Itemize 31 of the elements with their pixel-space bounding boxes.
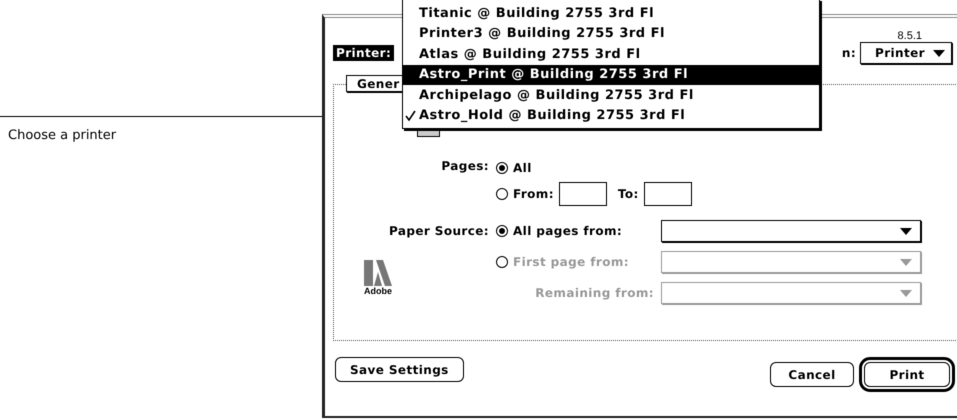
dropdown-arrow-icon: [933, 50, 945, 56]
menu-item[interactable]: Astro_Print @ Building 2755 3rd Fl: [403, 64, 819, 85]
to-field[interactable]: [644, 182, 692, 206]
radio-label: First page from:: [513, 255, 629, 269]
to-label: To:: [618, 186, 639, 200]
menu-item[interactable]: Astro_Hold @ Building 2755 3rd Fl: [403, 106, 819, 126]
menu-item[interactable]: Printer3 @ Building 2755 3rd Fl: [403, 24, 819, 44]
radio-button[interactable]: [496, 162, 508, 174]
dropdown-arrow-icon: [900, 290, 912, 296]
from-field[interactable]: [558, 182, 607, 206]
pages-label: Pages:: [440, 159, 489, 175]
callout-label: Choose a printer: [8, 128, 116, 143]
destination-label: n:: [842, 46, 856, 60]
menu-item[interactable]: Atlas @ Building 2755 3rd Fl: [403, 44, 819, 64]
destination-popup[interactable]: Printer: [860, 42, 952, 64]
radio-button[interactable]: [496, 188, 508, 200]
tray-dropdown[interactable]: [661, 220, 921, 242]
printer-label: Printer:: [333, 45, 394, 61]
menu-item[interactable]: Titanic @ Building 2755 3rd Fl: [403, 3, 819, 24]
dialog-button[interactable]: Cancel: [770, 362, 854, 387]
dropdown-arrow-icon: [900, 258, 912, 266]
paper-source-label: Paper Source:: [388, 224, 489, 238]
remaining-label: Remaining from:: [534, 286, 654, 300]
dropdown-arrow-icon: [900, 228, 912, 234]
checkmark-icon: [405, 110, 416, 122]
version-label: 8.5.1: [898, 30, 922, 42]
radio-label: All pages from:: [513, 224, 622, 238]
save-settings-button[interactable]: Save Settings: [335, 357, 464, 382]
radio-label: All: [513, 160, 532, 174]
radio-button[interactable]: [496, 225, 508, 237]
radio-label: From:: [513, 186, 554, 200]
